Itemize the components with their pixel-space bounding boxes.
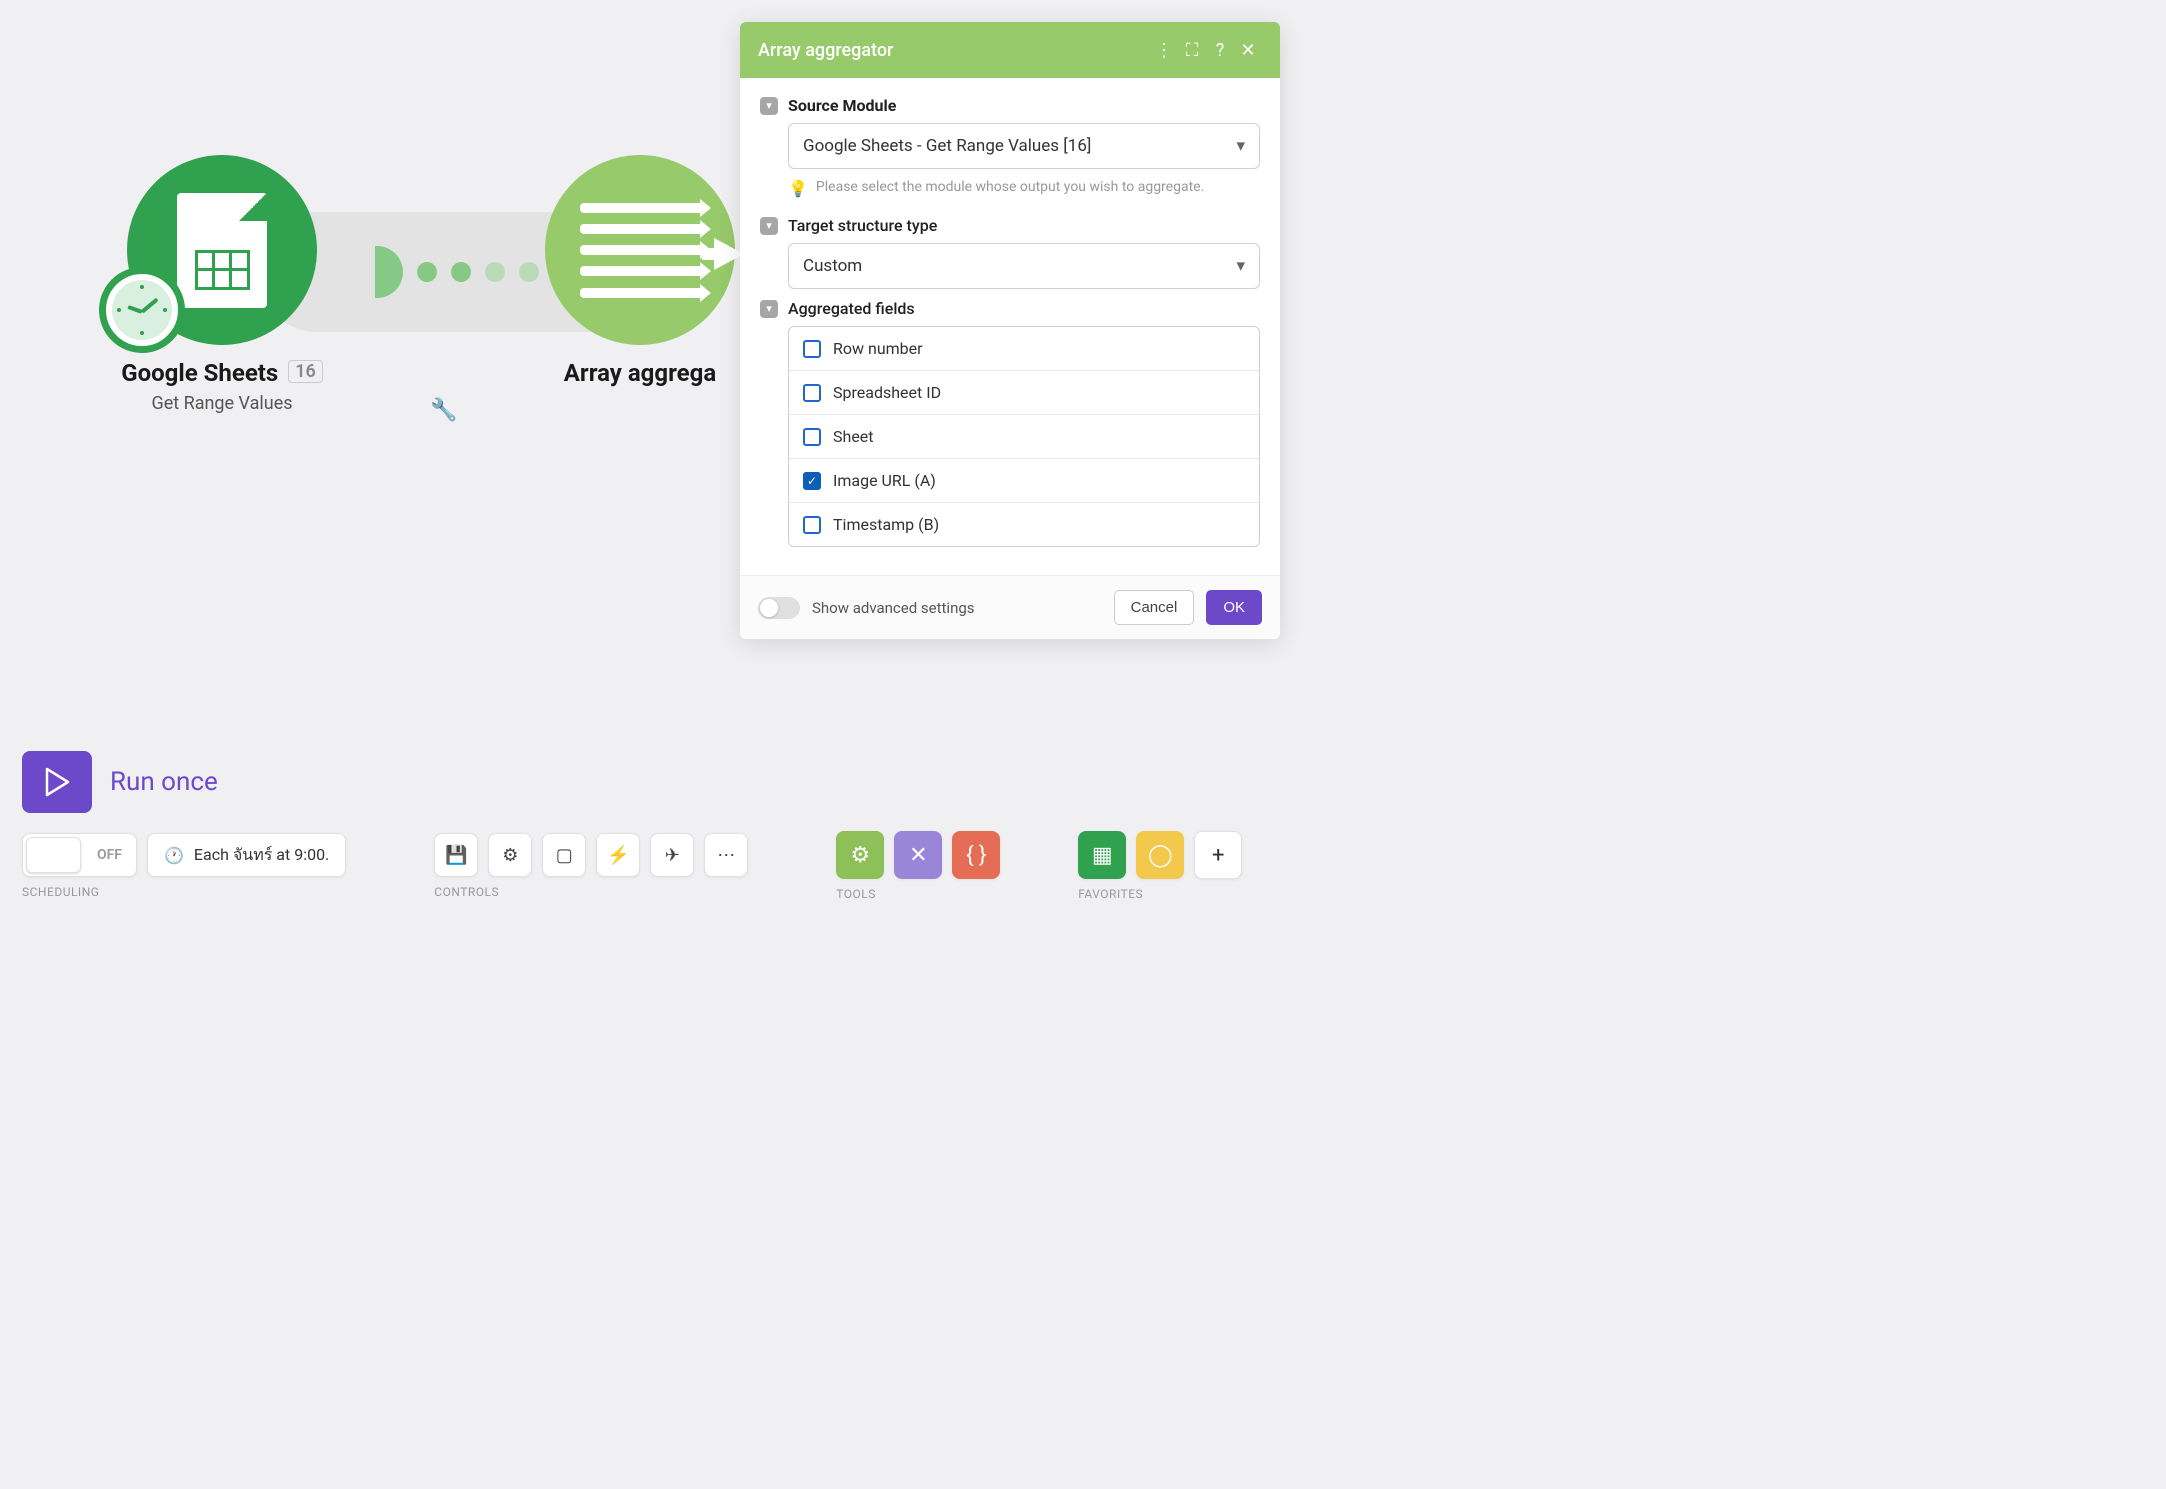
- expand-icon[interactable]: ⛶: [1178, 36, 1206, 64]
- ok-button[interactable]: OK: [1206, 590, 1262, 625]
- node-array-aggregator[interactable]: Array aggrega: [500, 155, 780, 387]
- lightbulb-icon: 💡: [788, 179, 808, 198]
- scheduling-toggle[interactable]: OFF: [22, 833, 137, 877]
- cancel-button[interactable]: Cancel: [1114, 590, 1195, 625]
- node-id-badge: 16: [288, 360, 323, 383]
- node-title: Google Sheets: [121, 359, 278, 387]
- collapse-toggle[interactable]: ▾: [760, 97, 778, 115]
- advanced-toggle[interactable]: [758, 597, 800, 619]
- node-google-sheets[interactable]: Google Sheets 16 Get Range Values: [82, 155, 362, 414]
- collapse-toggle[interactable]: ▾: [760, 300, 778, 318]
- gear-icon: ⚙: [850, 843, 870, 868]
- google-sheets-icon: [177, 193, 267, 308]
- checkbox[interactable]: [803, 384, 821, 402]
- settings-button[interactable]: ⚙: [488, 833, 532, 877]
- field-checkbox-row[interactable]: Spreadsheet ID: [789, 370, 1259, 414]
- advanced-label: Show advanced settings: [812, 599, 1102, 617]
- close-icon[interactable]: ✕: [1234, 36, 1262, 64]
- aggregated-fields-list: Row number Spreadsheet ID Sheet ✓ Image …: [788, 326, 1260, 547]
- aggregated-fields-label: Aggregated fields: [788, 299, 915, 318]
- gear-icon: ⚙: [502, 845, 518, 866]
- favorite-sheets-button[interactable]: ▦: [1078, 831, 1126, 879]
- favorites-group-label: FAVORITES: [1078, 887, 1143, 901]
- source-hint: Please select the module whose output yo…: [816, 179, 1204, 195]
- chevron-down-icon: ▾: [1236, 136, 1245, 156]
- tools-json-button[interactable]: { }: [952, 831, 1000, 879]
- notes-button[interactable]: ▢: [542, 833, 586, 877]
- config-panel: Array aggregator ⋮ ⛶ ? ✕ ▾ Source Module…: [740, 22, 1280, 639]
- egg-icon: ◯: [1148, 843, 1173, 868]
- clock-icon: [99, 267, 185, 353]
- field-checkbox-row[interactable]: Row number: [789, 327, 1259, 370]
- more-icon[interactable]: ⋮: [1150, 36, 1178, 64]
- checkbox[interactable]: [803, 340, 821, 358]
- tools-icon: ✕: [909, 843, 927, 868]
- add-favorite-button[interactable]: +: [1194, 831, 1242, 879]
- checkbox[interactable]: [803, 516, 821, 534]
- node-subtitle: Get Range Values: [82, 393, 362, 414]
- brackets-icon: { }: [966, 843, 986, 868]
- tools-wrench-button[interactable]: ✕: [894, 831, 942, 879]
- note-icon: ▢: [556, 845, 573, 866]
- schedule-button[interactable]: 🕐 Each จันทร์ at 9:00.: [147, 833, 346, 877]
- collapse-toggle[interactable]: ▾: [760, 217, 778, 235]
- clock-icon: 🕐: [164, 846, 184, 865]
- field-checkbox-row[interactable]: Timestamp (B): [789, 502, 1259, 546]
- wand-icon: ⚡: [607, 845, 629, 866]
- aggregator-icon: [580, 203, 700, 298]
- field-checkbox-row[interactable]: Sheet: [789, 414, 1259, 458]
- checkbox[interactable]: [803, 428, 821, 446]
- controls-group-label: CONTROLS: [434, 885, 499, 899]
- node-title: Array aggrega: [500, 359, 780, 387]
- explain-flow-button[interactable]: ✈: [650, 833, 694, 877]
- tools-group-label: TOOLS: [836, 887, 876, 901]
- checkbox[interactable]: ✓: [803, 472, 821, 490]
- favorite-egg-button[interactable]: ◯: [1136, 831, 1184, 879]
- field-checkbox-row[interactable]: ✓ Image URL (A): [789, 458, 1259, 502]
- help-icon[interactable]: ?: [1206, 36, 1234, 64]
- more-button[interactable]: ⋯: [704, 833, 748, 877]
- auto-align-button[interactable]: ⚡: [596, 833, 640, 877]
- source-module-label: Source Module: [788, 96, 896, 115]
- run-once-label: Run once: [110, 767, 218, 797]
- plus-icon: +: [1212, 843, 1224, 868]
- dots-icon: ⋯: [717, 845, 735, 866]
- save-button[interactable]: 💾: [434, 833, 478, 877]
- source-module-select[interactable]: Google Sheets - Get Range Values [16] ▾: [788, 123, 1260, 169]
- scheduling-group-label: SCHEDULING: [22, 885, 99, 899]
- wrench-icon[interactable]: 🔧: [430, 398, 457, 423]
- tools-gear-button[interactable]: ⚙: [836, 831, 884, 879]
- chevron-down-icon: ▾: [1236, 256, 1245, 276]
- save-icon: 💾: [445, 845, 467, 866]
- target-structure-label: Target structure type: [788, 216, 937, 235]
- sheet-icon: ▦: [1092, 843, 1113, 868]
- plane-icon: ✈: [665, 845, 680, 866]
- panel-title: Array aggregator: [758, 40, 1150, 61]
- target-structure-select[interactable]: Custom ▾: [788, 243, 1260, 289]
- play-icon: [44, 767, 70, 797]
- run-once-button[interactable]: [22, 751, 92, 813]
